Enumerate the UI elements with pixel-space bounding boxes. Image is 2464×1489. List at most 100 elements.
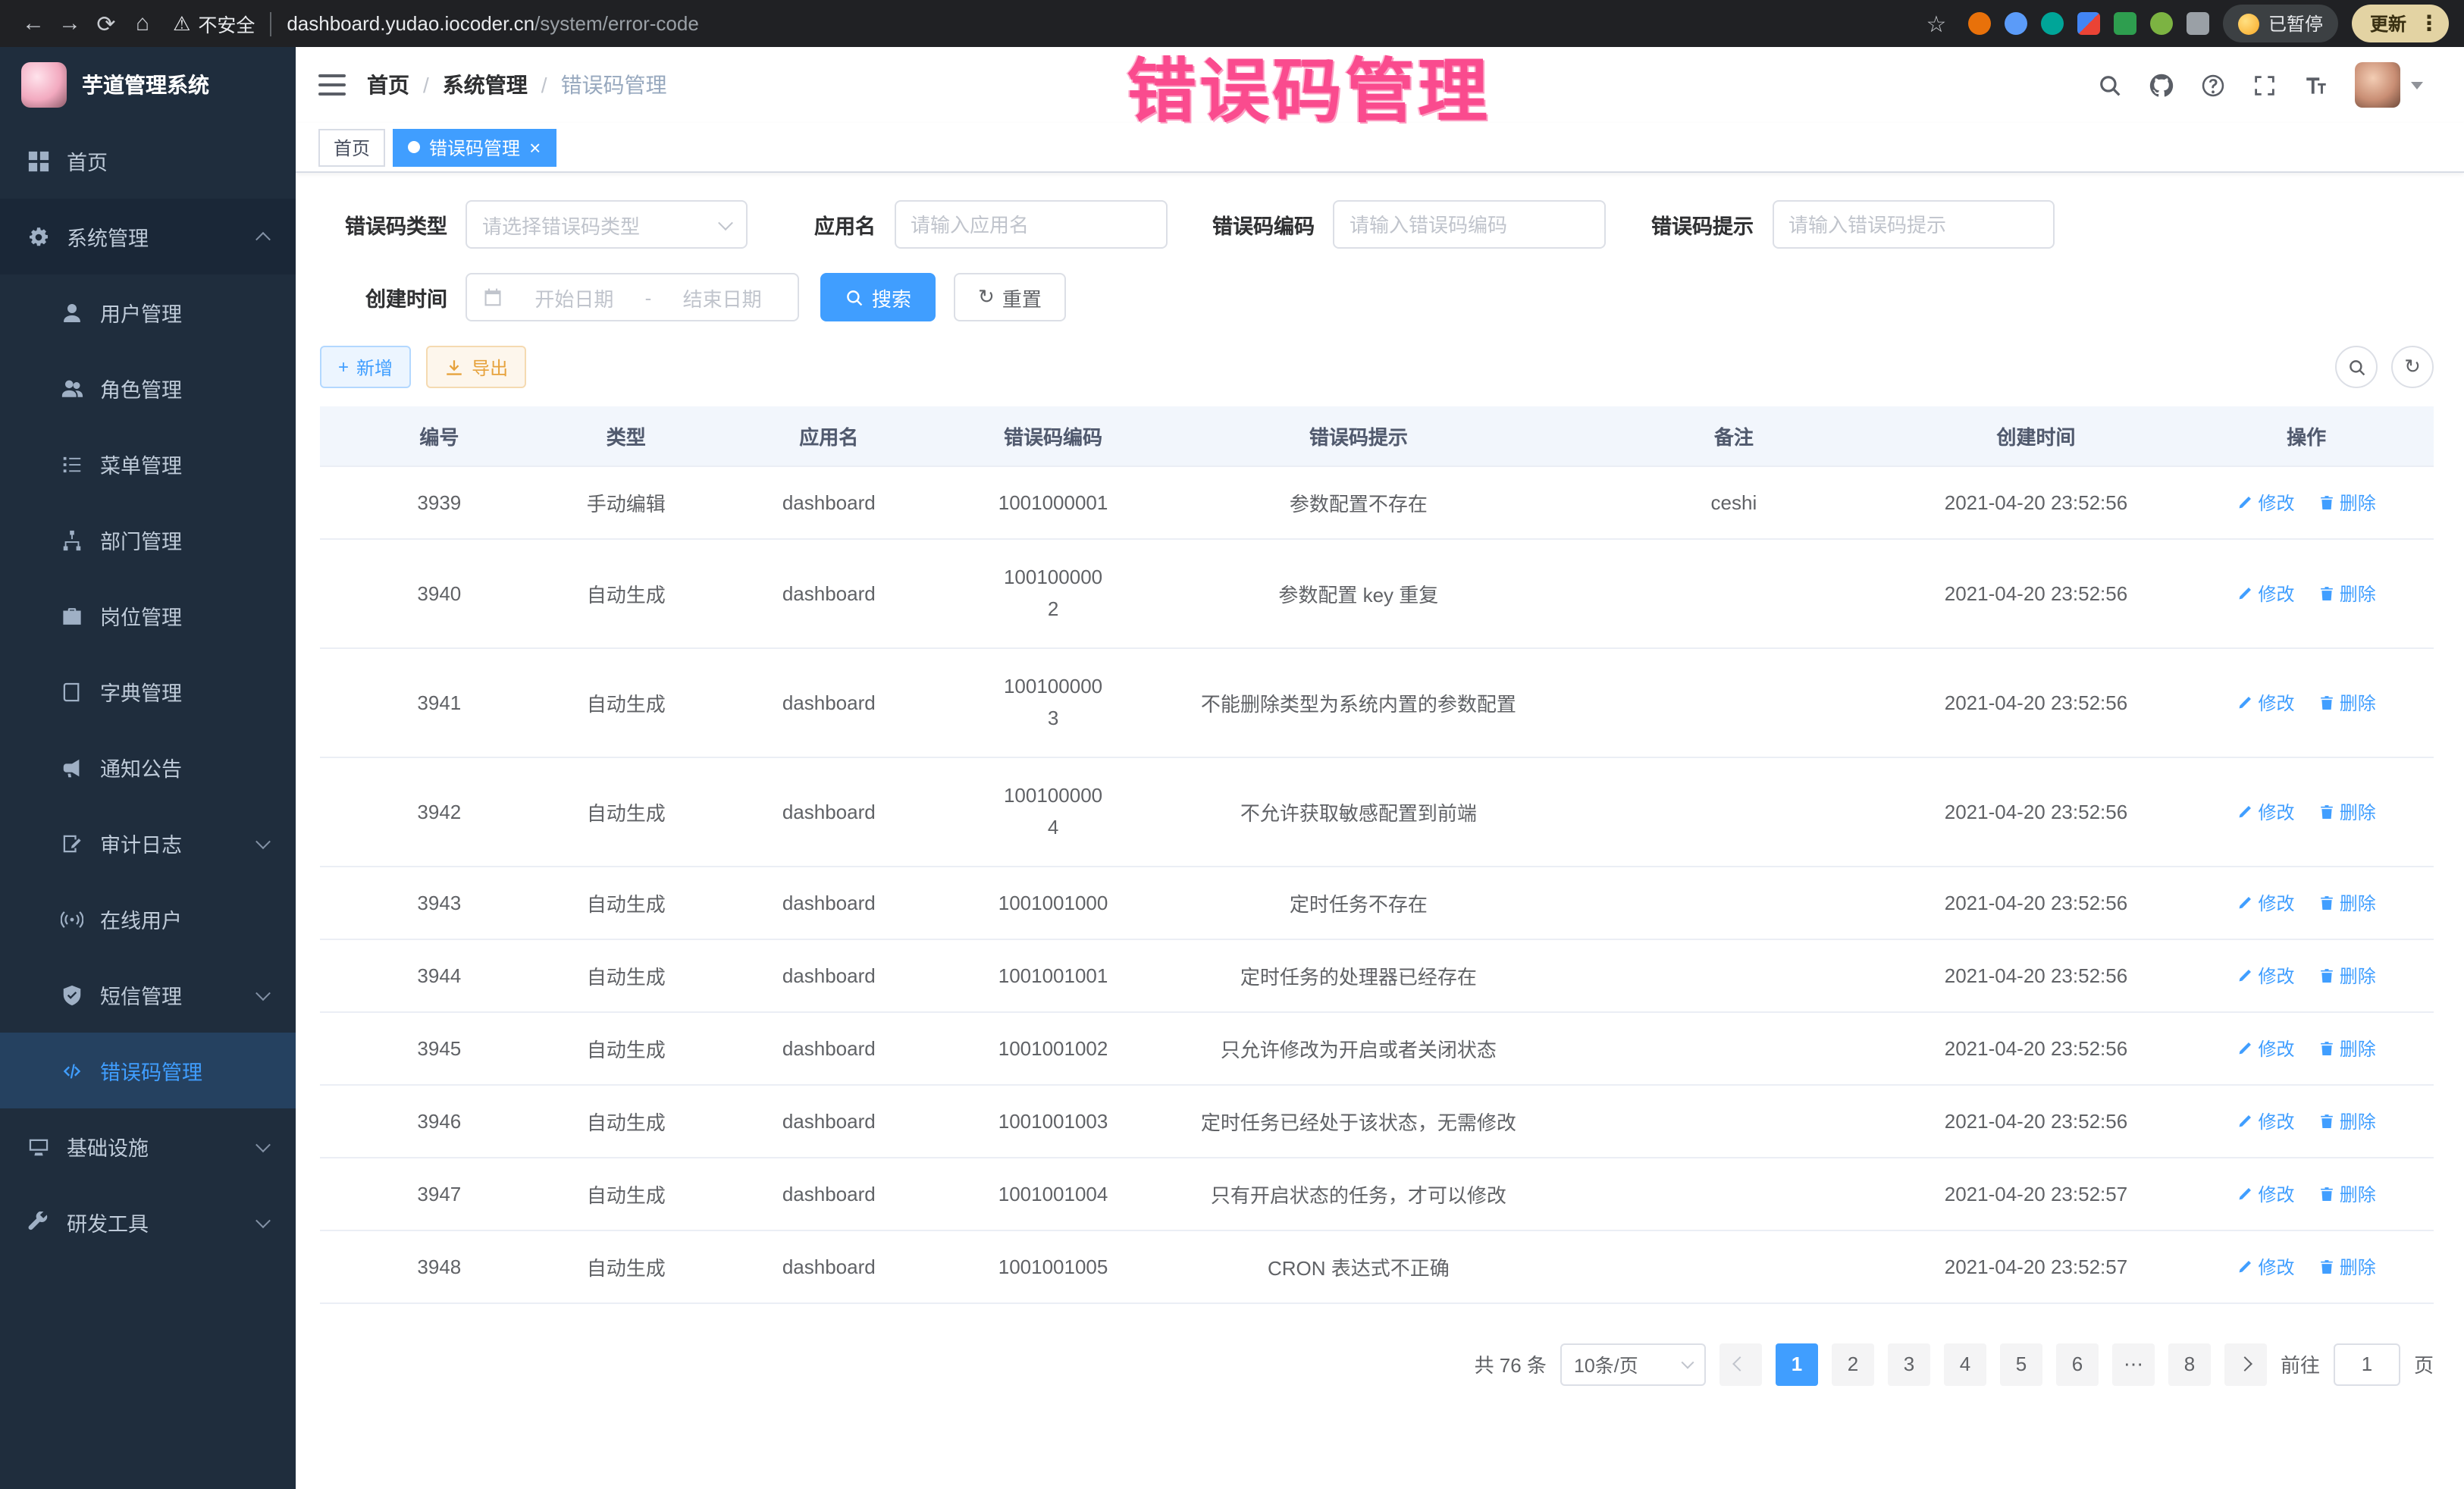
sidebar-section-dev-tools[interactable]: 研发工具 [0, 1184, 296, 1260]
edit-link[interactable]: 修改 [2237, 1108, 2294, 1133]
table-row[interactable]: 3945 自动生成 dashboard 1001001002 只允许修改为开启或… [320, 1011, 2434, 1084]
font-size-icon[interactable] [2303, 72, 2329, 98]
sidebar-item-sms[interactable]: 短信管理 [0, 957, 296, 1033]
sidebar-item-dictionary[interactable]: 字典管理 [0, 654, 296, 729]
app-name-input[interactable] [911, 213, 1150, 236]
edit-link[interactable]: 修改 [2237, 1035, 2294, 1061]
delete-link[interactable]: 删除 [2318, 962, 2376, 988]
security-chip[interactable]: ⚠ 不安全 [173, 9, 255, 38]
log-icon [61, 832, 83, 854]
delete-link[interactable]: 删除 [2318, 690, 2376, 716]
app-logo[interactable]: 芋道管理系统 [0, 47, 296, 123]
sidebar-item-users[interactable]: 用户管理 [0, 274, 296, 350]
chrome-menu-icon[interactable]: ⋮ [2419, 11, 2440, 36]
sidebar-item-menus[interactable]: 菜单管理 [0, 426, 296, 502]
error-code-input[interactable] [1350, 213, 1589, 236]
breadcrumb: 首页 / 系统管理 / 错误码管理 [367, 70, 667, 100]
close-tab-icon[interactable]: × [529, 137, 541, 157]
extension-icon[interactable] [2041, 12, 2064, 35]
delete-link[interactable]: 删除 [2318, 581, 2376, 607]
reload-icon[interactable]: ⟳ [88, 5, 124, 42]
help-icon[interactable] [2200, 72, 2226, 98]
sidebar-item-positions[interactable]: 岗位管理 [0, 578, 296, 654]
fullscreen-icon[interactable] [2252, 72, 2277, 98]
table-row[interactable]: 3944 自动生成 dashboard 1001001001 定时任务的处理器已… [320, 939, 2434, 1011]
delete-link[interactable]: 删除 [2318, 798, 2376, 824]
prev-page-button[interactable] [1719, 1343, 1762, 1385]
sidebar-item-audit-log[interactable]: 审计日志 [0, 805, 296, 881]
github-icon[interactable] [2149, 72, 2174, 98]
breadcrumb-home[interactable]: 首页 [367, 70, 409, 100]
extension-icon[interactable] [2005, 12, 2027, 35]
chrome-update-button[interactable]: 更新 ⋮ [2352, 5, 2449, 42]
delete-link[interactable]: 删除 [2318, 490, 2376, 516]
sidebar-item-notices[interactable]: 通知公告 [0, 729, 296, 805]
error-hint-input[interactable] [1788, 213, 2037, 236]
edit-link[interactable]: 修改 [2237, 690, 2294, 716]
edit-link[interactable]: 修改 [2237, 1180, 2294, 1206]
table-row[interactable]: 3943 自动生成 dashboard 1001001000 定时任务不存在 2… [320, 866, 2434, 939]
forward-icon[interactable]: → [52, 5, 88, 42]
extension-icon[interactable] [2150, 12, 2173, 35]
search-icon[interactable] [2097, 72, 2123, 98]
extension-icon[interactable] [2077, 12, 2100, 35]
page-button-8[interactable]: 8 [2168, 1343, 2211, 1385]
extension-icon[interactable] [1968, 12, 1991, 35]
home-icon[interactable]: ⌂ [124, 5, 161, 42]
edit-link[interactable]: 修改 [2237, 798, 2294, 824]
export-button[interactable]: 导出 [426, 346, 526, 388]
add-button[interactable]: + 新增 [320, 346, 411, 388]
page-button-4[interactable]: 4 [1944, 1343, 1986, 1385]
sidebar-item-departments[interactable]: 部门管理 [0, 502, 296, 578]
edit-link[interactable]: 修改 [2237, 962, 2294, 988]
table-row[interactable]: 3941 自动生成 dashboard 1001000003 不能删除类型为系统… [320, 648, 2434, 757]
edit-link[interactable]: 修改 [2237, 490, 2294, 516]
table-row[interactable]: 3948 自动生成 dashboard 1001001005 CRON 表达式不… [320, 1230, 2434, 1302]
goto-page-input[interactable] [2334, 1343, 2400, 1385]
sidebar-item-home[interactable]: 首页 [0, 123, 296, 199]
edit-link[interactable]: 修改 [2237, 581, 2294, 607]
table-row[interactable]: 3940 自动生成 dashboard 1001000002 参数配置 key … [320, 539, 2434, 648]
bookmark-star-icon[interactable]: ☆ [1918, 5, 1955, 42]
sidebar-section-system[interactable]: 系统管理 [0, 199, 296, 274]
error-type-select[interactable]: 请选择错误码类型 [466, 200, 748, 249]
refresh-button[interactable]: ↻ [2391, 346, 2434, 388]
page-button-5[interactable]: 5 [2000, 1343, 2042, 1385]
breadcrumb-system[interactable]: 系统管理 [443, 70, 528, 100]
extension-icon[interactable] [2114, 12, 2136, 35]
sidebar-item-roles[interactable]: 角色管理 [0, 350, 296, 426]
toggle-search-button[interactable] [2335, 346, 2378, 388]
tab-error-code[interactable]: 错误码管理 × [393, 128, 556, 166]
extensions-puzzle-icon[interactable] [2187, 12, 2209, 35]
delete-link[interactable]: 删除 [2318, 1035, 2376, 1061]
delete-link[interactable]: 删除 [2318, 1180, 2376, 1206]
table-row[interactable]: 3946 自动生成 dashboard 1001001003 定时任务已经处于该… [320, 1084, 2434, 1157]
delete-link[interactable]: 删除 [2318, 1253, 2376, 1279]
delete-link[interactable]: 删除 [2318, 889, 2376, 915]
back-icon[interactable]: ← [15, 5, 52, 42]
sidebar-section-infrastructure[interactable]: 基础设施 [0, 1108, 296, 1184]
more-pages-button[interactable]: ⋯ [2112, 1343, 2155, 1385]
table-row[interactable]: 3947 自动生成 dashboard 1001001004 只有开启状态的任务… [320, 1157, 2434, 1230]
page-size-select[interactable]: 10条/页 [1560, 1343, 1706, 1385]
table-row[interactable]: 3942 自动生成 dashboard 1001000004 不允许获取敏感配置… [320, 757, 2434, 867]
collapse-sidebar-icon[interactable] [318, 74, 346, 96]
edit-link[interactable]: 修改 [2237, 889, 2294, 915]
reset-button[interactable]: ↻ 重置 [954, 273, 1066, 321]
table-row[interactable]: 3939 手动编辑 dashboard 1001000001 参数配置不存在 c… [320, 466, 2434, 539]
next-page-button[interactable] [2224, 1343, 2267, 1385]
tab-home[interactable]: 首页 [318, 128, 385, 166]
page-button-1[interactable]: 1 [1776, 1343, 1818, 1385]
edit-link[interactable]: 修改 [2237, 1253, 2294, 1279]
address-bar[interactable]: dashboard.yudao.iocoder.cn/system/error-… [287, 12, 1903, 35]
sidebar-item-online-users[interactable]: 在线用户 [0, 881, 296, 957]
user-menu[interactable] [2355, 62, 2423, 108]
search-button[interactable]: 搜索 [820, 273, 936, 321]
page-button-2[interactable]: 2 [1832, 1343, 1874, 1385]
profile-paused-chip[interactable]: 已暂停 [2223, 5, 2338, 42]
date-range-picker[interactable]: 开始日期 - 结束日期 [466, 273, 799, 321]
delete-link[interactable]: 删除 [2318, 1108, 2376, 1133]
sidebar-item-error-code[interactable]: 错误码管理 [0, 1033, 296, 1108]
page-button-3[interactable]: 3 [1888, 1343, 1930, 1385]
page-button-6[interactable]: 6 [2056, 1343, 2099, 1385]
